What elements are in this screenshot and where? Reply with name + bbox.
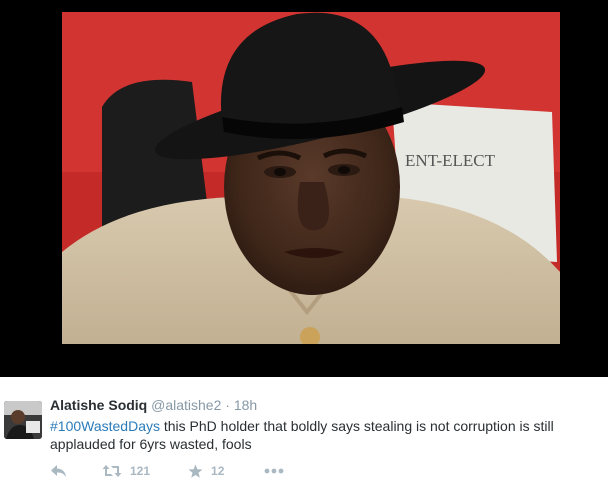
retweet-button[interactable]: 121	[102, 464, 150, 478]
tweet-header: Alatishe Sodiq @alatishe2 · 18h	[50, 397, 257, 413]
more-button[interactable]	[264, 468, 284, 474]
tweet-text-line2: applauded for 6yrs wasted, fools	[50, 436, 252, 452]
star-icon	[188, 464, 203, 479]
avatar[interactable]	[4, 401, 42, 439]
timestamp[interactable]: 18h	[234, 397, 257, 413]
reply-button[interactable]	[50, 464, 70, 478]
favorite-count: 12	[211, 464, 225, 478]
tweet-card: Alatishe Sodiq @alatishe2 · 18h #100Wast…	[0, 377, 608, 486]
author-name[interactable]: Alatishe Sodiq	[50, 397, 147, 413]
sign-text: ENT-ELECT	[405, 151, 496, 170]
reply-icon	[50, 464, 68, 478]
tweet-text-line1: this PhD holder that boldly says stealin…	[159, 418, 554, 434]
separator: ·	[225, 397, 230, 413]
tweet-photo[interactable]: ENT-ELECT	[62, 12, 560, 344]
tweet-text: #100WastedDays this PhD holder that bold…	[50, 417, 590, 453]
retweet-icon	[102, 464, 122, 478]
hashtag-link[interactable]: #100WastedDays	[50, 418, 160, 434]
media-frame: ENT-ELECT	[0, 0, 608, 377]
tweet-actions: 121 12	[50, 461, 284, 481]
more-icon	[264, 468, 284, 474]
author-handle[interactable]: @alatishe2	[151, 397, 221, 413]
retweet-count: 121	[130, 464, 151, 478]
favorite-button[interactable]: 12	[188, 464, 224, 479]
